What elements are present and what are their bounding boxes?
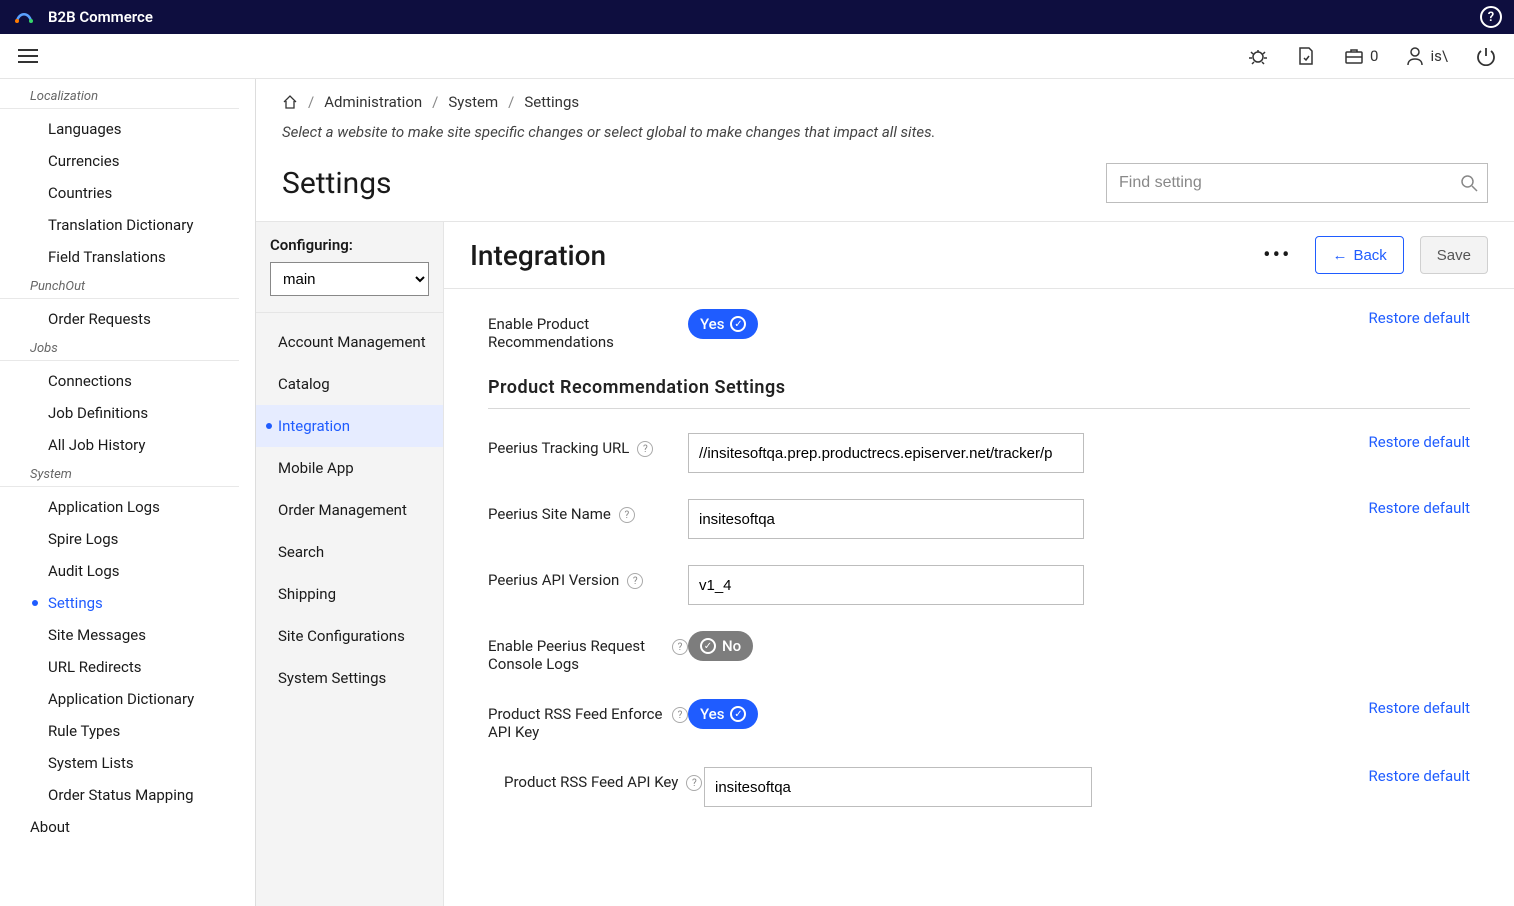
nav-item-currencies[interactable]: Currencies	[0, 145, 255, 177]
restore-rss-key[interactable]: Restore default	[1369, 767, 1470, 785]
input-peerius-site[interactable]	[688, 499, 1084, 539]
home-icon[interactable]	[282, 94, 298, 110]
help-icon[interactable]: ?	[627, 573, 643, 589]
page-subtitle: Select a website to make site specific c…	[256, 119, 1514, 157]
nav-item-order-status-mapping[interactable]: Order Status Mapping	[0, 779, 255, 811]
help-icon[interactable]: ?	[637, 441, 653, 457]
nav-item-languages[interactable]: Languages	[0, 113, 255, 145]
config-col: Configuring: main Account Management Cat…	[256, 222, 444, 906]
nav-group-jobs: Jobs	[0, 335, 239, 361]
restore-rss-enforce[interactable]: Restore default	[1369, 699, 1470, 717]
label-peerius-url: Peerius Tracking URL ?	[488, 433, 688, 457]
label-rss-key: Product RSS Feed API Key ?	[504, 767, 704, 791]
config-item-account-management[interactable]: Account Management	[256, 321, 443, 363]
nav-item-about[interactable]: About	[0, 811, 255, 843]
nav-item-field-translations[interactable]: Field Translations	[0, 241, 255, 273]
back-button[interactable]: ← Back	[1315, 236, 1403, 274]
search-input[interactable]	[1106, 163, 1488, 203]
label-peerius-console: Enable Peerius Request Console Logs ?	[488, 631, 688, 673]
label-rss-enforce: Product RSS Feed Enforce API Key ?	[488, 699, 688, 741]
check-icon: ✓	[730, 706, 746, 722]
help-icon[interactable]: ?	[686, 775, 702, 791]
nav-item-settings[interactable]: Settings	[0, 587, 255, 619]
nav-item-url-redirects[interactable]: URL Redirects	[0, 651, 255, 683]
restore-enable-recs[interactable]: Restore default	[1369, 309, 1470, 327]
site-select[interactable]: main	[270, 262, 429, 296]
toggle-peerius-console[interactable]: ✓ No	[688, 631, 753, 661]
nav-group-punchout: PunchOut	[0, 273, 239, 299]
input-peerius-url[interactable]	[688, 433, 1084, 473]
page-title: Settings	[282, 166, 392, 201]
help-icon[interactable]: ?	[672, 707, 688, 723]
nav-item-translation-dictionary[interactable]: Translation Dictionary	[0, 209, 255, 241]
main-content: / Administration / System / Settings Sel…	[256, 79, 1514, 906]
power-icon[interactable]	[1476, 46, 1496, 66]
nav-item-audit-logs[interactable]: Audit Logs	[0, 555, 255, 587]
breadcrumb-administration[interactable]: Administration	[324, 93, 422, 111]
nav-item-countries[interactable]: Countries	[0, 177, 255, 209]
section-heading-recs: Product Recommendation Settings	[488, 377, 1470, 409]
nav-item-system-lists[interactable]: System Lists	[0, 747, 255, 779]
nav-item-spire-logs[interactable]: Spire Logs	[0, 523, 255, 555]
nav-item-rule-types[interactable]: Rule Types	[0, 715, 255, 747]
search-icon[interactable]	[1460, 174, 1478, 192]
help-icon[interactable]: ?	[619, 507, 635, 523]
label-enable-recs: Enable Product Recommendations	[488, 309, 688, 351]
more-icon[interactable]: •••	[1255, 239, 1299, 272]
app-title: B2B Commerce	[48, 8, 153, 26]
nav-item-application-logs[interactable]: Application Logs	[0, 491, 255, 523]
toggle-rss-enforce[interactable]: Yes ✓	[688, 699, 758, 729]
nav-item-all-job-history[interactable]: All Job History	[0, 429, 255, 461]
nav-item-application-dictionary[interactable]: Application Dictionary	[0, 683, 255, 715]
nav-item-job-definitions[interactable]: Job Definitions	[0, 397, 255, 429]
label-peerius-api: Peerius API Version ?	[488, 565, 688, 589]
restore-peerius-site[interactable]: Restore default	[1369, 499, 1470, 517]
config-item-integration[interactable]: Integration	[256, 405, 443, 447]
config-item-shipping[interactable]: Shipping	[256, 573, 443, 615]
left-nav: Localization Languages Currencies Countr…	[0, 79, 256, 906]
briefcase-button[interactable]: 0	[1344, 47, 1378, 65]
nav-group-localization: Localization	[0, 83, 239, 109]
config-item-site-configurations[interactable]: Site Configurations	[256, 615, 443, 657]
config-item-catalog[interactable]: Catalog	[256, 363, 443, 405]
config-item-search[interactable]: Search	[256, 531, 443, 573]
input-peerius-api[interactable]	[688, 565, 1084, 605]
restore-peerius-url[interactable]: Restore default	[1369, 433, 1470, 451]
help-icon[interactable]: ?	[1480, 6, 1502, 28]
hamburger-icon[interactable]	[18, 49, 38, 63]
save-button[interactable]: Save	[1420, 236, 1488, 274]
breadcrumb-system[interactable]: System	[448, 93, 498, 111]
logo-icon	[12, 5, 36, 29]
label-peerius-site: Peerius Site Name ?	[488, 499, 688, 523]
top-header: B2B Commerce ?	[0, 0, 1514, 34]
detail-col: Integration ••• ← Back Save	[444, 222, 1514, 906]
breadcrumb: / Administration / System / Settings	[256, 79, 1514, 119]
toolbar: 0 is\	[0, 34, 1514, 79]
arrow-left-icon: ←	[1332, 247, 1347, 264]
bug-icon[interactable]	[1248, 46, 1268, 66]
configuring-label: Configuring:	[270, 236, 429, 254]
input-rss-key[interactable]	[704, 767, 1092, 807]
config-item-mobile-app[interactable]: Mobile App	[256, 447, 443, 489]
nav-item-order-requests[interactable]: Order Requests	[0, 303, 255, 335]
breadcrumb-settings[interactable]: Settings	[524, 93, 579, 111]
cart-count: 0	[1370, 47, 1378, 65]
nav-group-system: System	[0, 461, 239, 487]
detail-title: Integration	[470, 239, 606, 272]
check-icon: ✓	[700, 638, 716, 654]
nav-item-connections[interactable]: Connections	[0, 365, 255, 397]
nav-item-site-messages[interactable]: Site Messages	[0, 619, 255, 651]
check-icon: ✓	[730, 316, 746, 332]
document-icon[interactable]	[1296, 46, 1316, 66]
user-label: is\	[1430, 47, 1448, 65]
config-item-system-settings[interactable]: System Settings	[256, 657, 443, 699]
config-item-order-management[interactable]: Order Management	[256, 489, 443, 531]
user-button[interactable]: is\	[1406, 46, 1448, 66]
help-icon[interactable]: ?	[672, 639, 688, 655]
toggle-enable-recs[interactable]: Yes ✓	[688, 309, 758, 339]
